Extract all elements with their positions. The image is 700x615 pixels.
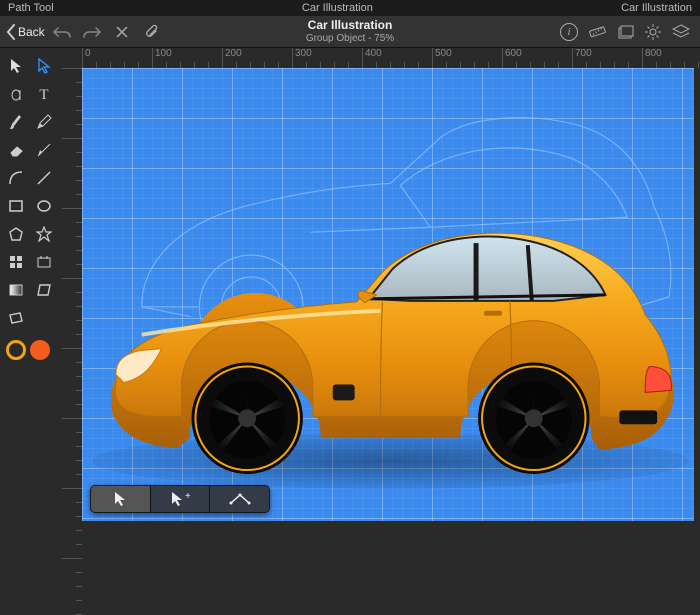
ruler-h-tick: 600 — [502, 48, 522, 68]
svg-text:T: T — [39, 87, 48, 102]
tool-a[interactable] — [4, 82, 28, 106]
info-icon: i — [560, 23, 578, 41]
car-illustration[interactable] — [82, 68, 694, 521]
line-tool[interactable] — [32, 166, 56, 190]
brush-tool[interactable] — [4, 110, 28, 134]
status-bar: Path Tool Car Illustration Car Illustrat… — [0, 0, 700, 16]
close-button[interactable] — [109, 19, 135, 45]
rectangle-tool[interactable] — [4, 194, 28, 218]
rear-vent — [619, 410, 657, 424]
color-swatches — [4, 340, 58, 360]
ruler-h-tick: 100 — [152, 48, 172, 68]
polygon-tool[interactable] — [4, 222, 28, 246]
front-wheel — [191, 363, 302, 474]
work-area: 0 100 200 300 400 500 600 700 800 — [62, 48, 700, 527]
ruler-h-tick: 800 — [642, 48, 662, 68]
measure-button[interactable] — [584, 19, 610, 45]
path-option-add-point[interactable]: + — [151, 486, 211, 512]
info-button[interactable]: i — [556, 19, 582, 45]
layers-button[interactable] — [668, 19, 694, 45]
stroke-color-swatch[interactable] — [6, 340, 26, 360]
ruler-horizontal[interactable]: 0 100 200 300 400 500 600 700 800 — [82, 48, 700, 68]
ruler-vertical[interactable] — [62, 68, 82, 527]
path-option-select[interactable] — [91, 486, 151, 512]
tool-palette: T — [0, 48, 62, 527]
back-label: Back — [18, 25, 45, 39]
document-title-center: Car Illustration — [302, 2, 373, 14]
grid-tool[interactable] — [4, 250, 28, 274]
artboard-tool[interactable] — [32, 250, 56, 274]
door-handle — [484, 311, 502, 316]
arc-tool[interactable] — [4, 166, 28, 190]
ruler-h-tick: 500 — [432, 48, 452, 68]
ruler-h-tick: 0 — [82, 48, 91, 68]
ruler-h-tick: 700 — [572, 48, 592, 68]
knife-tool[interactable] — [32, 138, 56, 162]
ruler-corner — [62, 48, 82, 68]
document-title: Car Illustration — [306, 19, 394, 32]
toolbar-title-block: Car Illustration Group Object - 75% — [306, 19, 394, 43]
artboard-button[interactable] — [612, 19, 638, 45]
path-option-convert[interactable] — [210, 486, 269, 512]
attachment-button[interactable] — [139, 19, 165, 45]
skew-tool[interactable] — [32, 278, 56, 302]
redo-button[interactable] — [79, 19, 105, 45]
text-tool[interactable]: T — [32, 82, 56, 106]
gradient-tool[interactable] — [4, 278, 28, 302]
pencil-tool[interactable] — [32, 110, 56, 134]
ruler-h-tick: 400 — [362, 48, 382, 68]
svg-text:+: + — [185, 491, 190, 502]
current-tool-label: Path Tool — [8, 2, 54, 14]
canvas[interactable] — [82, 68, 694, 521]
ellipse-tool[interactable] — [32, 194, 56, 218]
undo-button[interactable] — [49, 19, 75, 45]
eraser-tool[interactable] — [4, 138, 28, 162]
empty-tool-slot — [32, 306, 56, 330]
main-toolbar: Back Car Illustration Group Object - 75%… — [0, 16, 700, 48]
ruler-h-tick: 300 — [292, 48, 312, 68]
settings-button[interactable] — [640, 19, 666, 45]
document-title-right: Car Illustration — [621, 2, 692, 14]
back-button[interactable]: Back — [6, 24, 45, 40]
ruler-h-tick: 200 — [222, 48, 242, 68]
path-tool-options-bar: + — [90, 485, 270, 513]
document-subtitle: Group Object - 75% — [306, 33, 394, 44]
star-tool[interactable] — [32, 222, 56, 246]
selection-tool[interactable] — [4, 54, 28, 78]
rear-wheel — [478, 363, 589, 474]
shear-tool[interactable] — [4, 306, 28, 330]
fill-color-swatch[interactable] — [30, 340, 50, 360]
direct-selection-tool[interactable] — [32, 54, 56, 78]
side-vent — [333, 384, 355, 400]
